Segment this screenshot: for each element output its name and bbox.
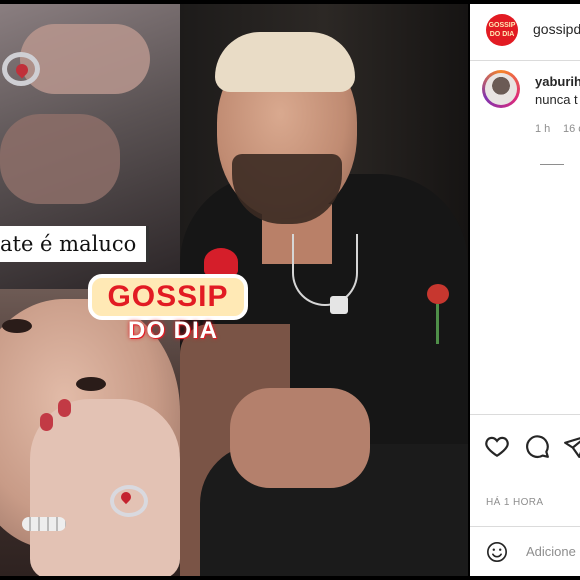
- post-header: GOSSIP DO DIA gossipdodia: [470, 4, 580, 61]
- post-media[interactable]: ate é maluco GOSSIP DO DIA: [0, 4, 468, 576]
- comment-icon[interactable]: [524, 433, 550, 459]
- commenter-avatar[interactable]: [482, 70, 520, 108]
- post-sidebar: GOSSIP DO DIA gossipdodia yaburih nunca …: [470, 4, 580, 576]
- eye-right: [76, 377, 106, 391]
- nail: [40, 413, 53, 431]
- post-timestamp: HÁ 1 HORA: [486, 497, 544, 508]
- gossip-do-dia-logo: GOSSIP DO DIA: [88, 248, 248, 354]
- view-replies-line[interactable]: [540, 164, 564, 165]
- comment-timestamp[interactable]: 1 h: [535, 123, 550, 135]
- heart-ring-icon: [110, 485, 148, 517]
- add-comment-bar: [470, 526, 580, 576]
- comment-likes-count[interactable]: 16 c: [563, 123, 580, 135]
- profile-username-link[interactable]: gossipdodia: [533, 21, 580, 37]
- nail: [58, 399, 71, 417]
- add-comment-input[interactable]: [526, 541, 580, 561]
- rose-embroidery-icon: [427, 284, 449, 304]
- instagram-post-window: ate é maluco GOSSIP DO DIA GOSSIP DO DIA…: [0, 0, 580, 580]
- comment-text: nunca t: [535, 92, 578, 107]
- profile-avatar[interactable]: GOSSIP DO DIA: [486, 14, 518, 46]
- finger-shape: [20, 24, 150, 94]
- rose-stem: [436, 304, 439, 344]
- eye-left: [2, 319, 32, 333]
- paper-plane-icon[interactable]: [563, 433, 580, 459]
- lock-pendant-icon: [330, 296, 348, 314]
- stone-ring-icon: [22, 517, 66, 531]
- santa-hat-icon: [204, 248, 238, 276]
- necklace-chain: [292, 234, 358, 306]
- heart-ring-icon: [2, 52, 40, 86]
- comment-username-link[interactable]: yaburih: [535, 74, 580, 89]
- hand-shape: [230, 388, 370, 488]
- heart-icon[interactable]: [484, 433, 510, 459]
- logo-text-gossip: GOSSIP: [88, 274, 248, 320]
- emoji-icon[interactable]: [486, 541, 508, 563]
- blond-hair: [215, 32, 355, 92]
- hand-shape: [0, 114, 120, 204]
- logo-text-do-dia: DO DIA: [128, 317, 218, 344]
- post-actions: HÁ 1 HORA: [470, 414, 580, 525]
- video-caption: ate é maluco: [0, 226, 150, 262]
